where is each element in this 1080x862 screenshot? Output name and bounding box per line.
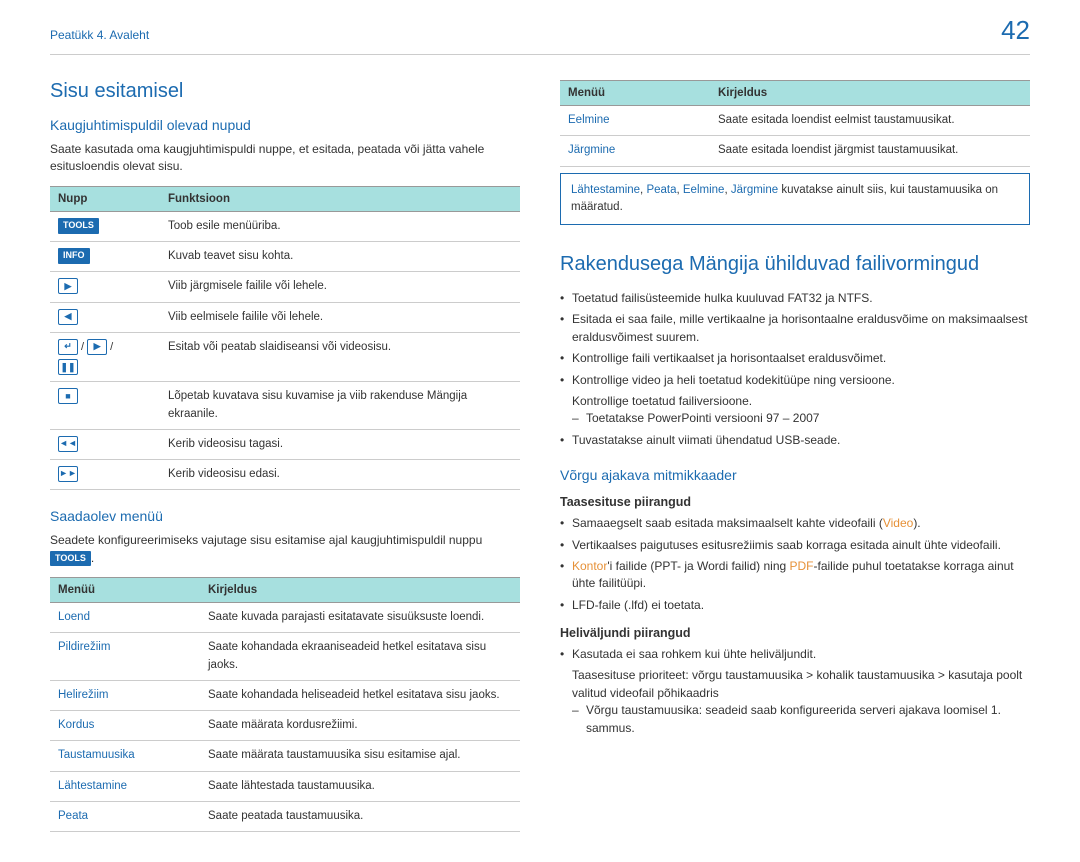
th-menu: Menüü xyxy=(560,81,710,106)
table-row: TOOLS Toob esile menüüriba. xyxy=(50,211,520,241)
table-row: TaustamuusikaSaate määrata taustamuusika… xyxy=(50,741,520,771)
stop-icon: ■ xyxy=(58,388,78,404)
subsection-menu: Saadaolev menüü xyxy=(50,508,520,524)
format-list: Toetatud failisüsteemide hulka kuuluvad … xyxy=(560,290,1030,449)
page-header: Peatükk 4. Avaleht 42 xyxy=(50,15,1030,55)
audio-list: Kasutada ei saa rohkem kui ühte helivälj… xyxy=(560,646,1030,737)
tools-badge-inline: TOOLS xyxy=(50,551,91,566)
list-item: Kasutada ei saa rohkem kui ühte helivälj… xyxy=(560,646,1030,663)
cell: Kerib videosisu edasi. xyxy=(160,460,520,490)
note-box: Lähtestamine, Peata, Eelmine, Järgmine k… xyxy=(560,173,1030,226)
list-item: Vertikaalses paigutuses esitusrežiimis s… xyxy=(560,537,1030,554)
info-badge: INFO xyxy=(58,248,90,264)
table-row: ►► Kerib videosisu edasi. xyxy=(50,460,520,490)
list-item: Samaaegselt saab esitada maksimaalselt k… xyxy=(560,515,1030,532)
page: Peatükk 4. Avaleht 42 Sisu esitamisel Ka… xyxy=(0,0,1080,862)
table-row: ◄◄ Kerib videosisu tagasi. xyxy=(50,429,520,459)
menu-description: Seadete konfigureerimiseks vajutage sisu… xyxy=(50,532,520,567)
right-column: Menüü Kirjeldus EelmineSaate esitada loe… xyxy=(560,80,1030,832)
sub-item: Võrgu taustamuusika: seadeid saab konfig… xyxy=(572,702,1030,737)
prev-icon: ◀ xyxy=(58,309,78,325)
table-row: JärgmineSaate esitada loendist järgmist … xyxy=(560,136,1030,166)
chapter-label: Peatükk 4. Avaleht xyxy=(50,28,149,42)
next-icon: ▶ xyxy=(58,278,78,294)
heading-playback: Taasesituse piirangud xyxy=(560,495,1030,509)
list-item: Tuvastatakse ainult viimati ühendatud US… xyxy=(560,432,1030,449)
th-desc: Kirjeldus xyxy=(710,81,1030,106)
cell: Kuvab teavet sisu kohta. xyxy=(160,242,520,272)
enter-icon: ↵ xyxy=(58,339,78,355)
section-title: Sisu esitamisel xyxy=(50,80,520,103)
playback-list: Samaaegselt saab esitada maksimaalselt k… xyxy=(560,515,1030,614)
table-row: ▶ Viib järgmisele failile või lehele. xyxy=(50,272,520,302)
list-item: Kontor'i failide (PPT- ja Wordi failid) … xyxy=(560,558,1030,593)
list-item: Toetatud failisüsteemide hulka kuuluvad … xyxy=(560,290,1030,307)
buttons-table: Nupp Funktsioon TOOLS Toob esile menüüri… xyxy=(50,186,520,491)
table-row: ■ Lõpetab kuvatava sisu kuvamise ja viib… xyxy=(50,382,520,430)
list-item: Esitada ei saa faile, mille vertikaalne … xyxy=(560,311,1030,346)
th-menu: Menüü xyxy=(50,578,200,603)
cell: Viib eelmisele failile või lehele. xyxy=(160,302,520,332)
menu-table-cont: Menüü Kirjeldus EelmineSaate esitada loe… xyxy=(560,80,1030,167)
list-item: Kontrollige faili vertikaalset ja horiso… xyxy=(560,350,1030,367)
list-item: Taasesituse prioriteet: võrgu taustamuus… xyxy=(560,667,1030,737)
tools-badge: TOOLS xyxy=(58,218,99,234)
table-row: LoendSaate kuvada parajasti esitatavate … xyxy=(50,603,520,633)
rewind-icon: ◄◄ xyxy=(58,436,78,452)
page-number: 42 xyxy=(1001,15,1030,46)
list-item: Kontrollige video ja heli toetatud kodek… xyxy=(560,372,1030,389)
th-desc: Kirjeldus xyxy=(200,578,520,603)
list-item: LFD-faile (.lfd) ei toetata. xyxy=(560,597,1030,614)
table-row: ◀ Viib eelmisele failile või lehele. xyxy=(50,302,520,332)
subsection-remote: Kaugjuhtimispuldil olevad nupud xyxy=(50,117,520,133)
cell: Toob esile menüüriba. xyxy=(160,211,520,241)
table-row: LähtestamineSaate lähtestada taustamuusi… xyxy=(50,771,520,801)
heading-audio: Heliväljundi piirangud xyxy=(560,626,1030,640)
play-pause-icons: ↵/▶/❚❚ xyxy=(50,332,160,382)
cell: Kerib videosisu tagasi. xyxy=(160,429,520,459)
table-row: PeataSaate peatada taustamuusika. xyxy=(50,801,520,831)
left-column: Sisu esitamisel Kaugjuhtimispuldil oleva… xyxy=(50,80,520,832)
th-function: Funktsioon xyxy=(160,186,520,211)
forward-icon: ►► xyxy=(58,466,78,482)
content-columns: Sisu esitamisel Kaugjuhtimispuldil oleva… xyxy=(50,80,1030,832)
cell: Esitab või peatab slaidiseansi või video… xyxy=(160,332,520,382)
table-row: EelmineSaate esitada loendist eelmist ta… xyxy=(560,106,1030,136)
table-row: ↵/▶/❚❚ Esitab või peatab slaidiseansi võ… xyxy=(50,332,520,382)
th-button: Nupp xyxy=(50,186,160,211)
sub-item: Toetatakse PowerPointi versiooni 97 – 20… xyxy=(572,410,1030,427)
section-formats: Rakendusega Mängija ühilduvad failivormi… xyxy=(560,253,1030,276)
table-row: KordusSaate määrata kordusrežiimi. xyxy=(50,711,520,741)
pause-icon: ❚❚ xyxy=(58,359,78,375)
list-item: Kontrollige toetatud failiversioone. Toe… xyxy=(560,393,1030,428)
play-icon: ▶ xyxy=(87,339,107,355)
menu-table: Menüü Kirjeldus LoendSaate kuvada paraja… xyxy=(50,577,520,832)
table-row: PildirežiimSaate kohandada ekraaniseadei… xyxy=(50,633,520,681)
table-row: INFO Kuvab teavet sisu kohta. xyxy=(50,242,520,272)
cell: Lõpetab kuvatava sisu kuvamise ja viib r… xyxy=(160,382,520,430)
cell: Viib järgmisele failile või lehele. xyxy=(160,272,520,302)
subsection-network: Võrgu ajakava mitmikkaader xyxy=(560,467,1030,483)
table-row: HelirežiimSaate kohandada heliseadeid he… xyxy=(50,680,520,710)
remote-description: Saate kasutada oma kaugjuhtimispuldi nup… xyxy=(50,141,520,176)
